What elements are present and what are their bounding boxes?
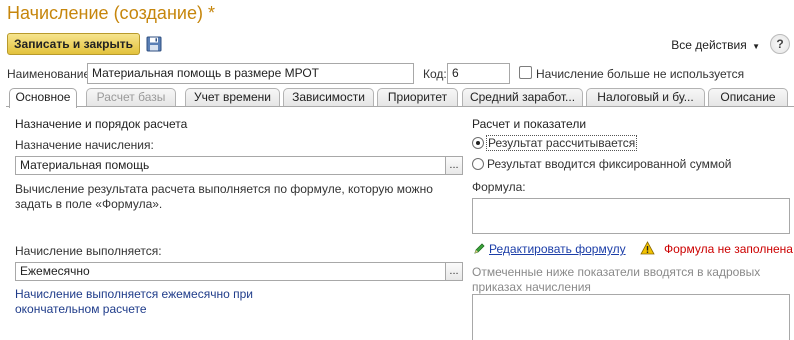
all-actions-menu[interactable]: Все действия ▼ [671,38,760,52]
calculation-description: Вычисление результата расчета выполняетс… [15,182,433,211]
radio-result-calculated-label: Результат рассчитывается [486,135,638,151]
name-label: Наименование: [7,67,94,81]
warning-icon [640,241,655,255]
pencil-icon [474,243,485,254]
tab-description[interactable]: Описание [708,88,788,106]
all-actions-label: Все действия [671,38,747,52]
purpose-field[interactable]: Материальная помощь [15,156,446,175]
tab-priority[interactable]: Приоритет [377,88,458,106]
code-label: Код: [423,67,447,81]
formula-field[interactable] [472,198,790,234]
chevron-down-icon: ▼ [752,42,760,51]
purpose-label: Назначение начисления: [15,138,154,152]
purpose-section-title: Назначение и порядок расчета [15,117,188,131]
help-button[interactable]: ? [770,34,790,54]
unused-checkbox-label: Начисление больше не используется [536,67,745,81]
schedule-field[interactable]: Ежемесячно [15,262,446,281]
tab-dependencies[interactable]: Зависимости [283,88,374,106]
tab-main[interactable]: Основное [9,88,77,108]
name-field[interactable]: Материальная помощь в размере МРОТ [87,63,414,84]
unused-checkbox[interactable] [519,66,532,79]
indicators-hint: Отмеченные ниже показатели вводятся в ка… [472,265,761,294]
tab-divider [6,106,794,107]
save-icon[interactable] [146,36,162,52]
code-field[interactable]: 6 [447,63,510,84]
formula-label: Формула: [472,180,526,194]
radio-result-fixed[interactable] [472,158,484,170]
schedule-label: Начисление выполняется: [15,244,162,258]
schedule-description: Начисление выполняется ежемесячно при ок… [15,287,253,316]
edit-formula-link[interactable]: Редактировать формулу [489,242,626,256]
tab-strip: Основное Расчет базы Учет времени Зависи… [6,88,794,108]
radio-result-fixed-label: Результат вводится фиксированной суммой [487,157,732,171]
formula-warning-text: Формула не заполнена [664,242,793,256]
indicators-table[interactable] [472,294,790,340]
tab-base-calculation[interactable]: Расчет базы [86,88,176,106]
window-title: Начисление (создание) * [7,3,215,23]
tab-time-tracking[interactable]: Учет времени [185,88,280,106]
schedule-select-button[interactable]: ... [446,262,463,281]
tab-tax-accounting[interactable]: Налоговый и бу... [586,88,705,106]
radio-result-calculated[interactable] [472,137,484,149]
tab-average-earnings[interactable]: Средний заработ... [462,88,583,106]
purpose-select-button[interactable]: ... [446,156,463,175]
save-and-close-button[interactable]: Записать и закрыть [7,33,140,55]
calc-section-title: Расчет и показатели [472,117,587,131]
